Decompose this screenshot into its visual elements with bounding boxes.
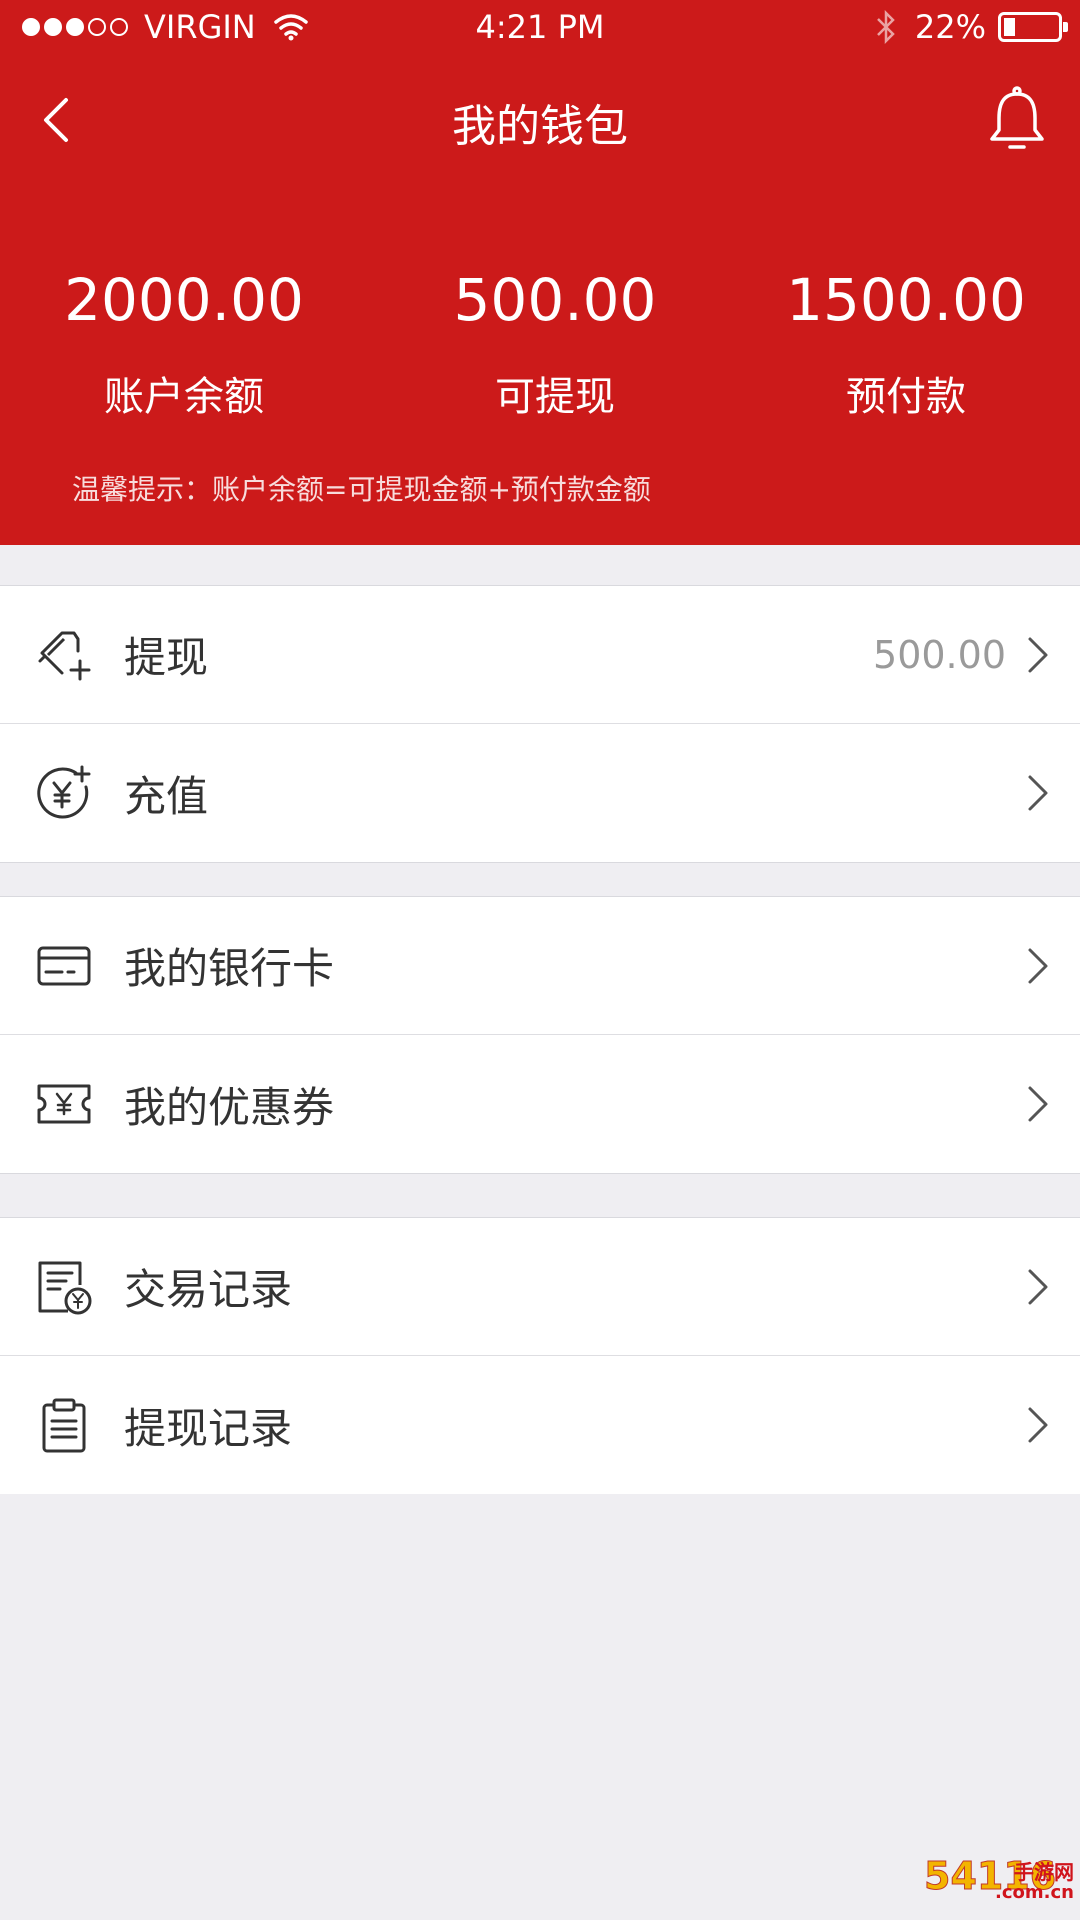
menu-item-label: 交易记录: [124, 1265, 293, 1314]
balance-total-label: 账户余额: [104, 374, 264, 420]
chevron-right-icon: [1028, 775, 1048, 811]
bank-card-icon: [37, 946, 91, 986]
balance-total-amount: 2000.00: [64, 266, 304, 334]
nav-bar: 我的钱包: [0, 80, 1080, 160]
balance-prepaid-label: 预付款: [846, 374, 966, 420]
balance-total: 2000.00 账户余额: [4, 260, 364, 422]
menu-item-label: 我的银行卡: [124, 944, 335, 993]
clipboard-icon: [42, 1398, 86, 1453]
menu-item-label: 我的优惠券: [124, 1082, 335, 1132]
battery-icon: [998, 12, 1068, 42]
watermark-domain: .com.cn: [995, 1882, 1074, 1903]
chevron-right-icon: [1028, 948, 1048, 984]
menu-group-funds: 提现 500.00 充值: [0, 585, 1080, 863]
chevron-right-icon: [1028, 637, 1048, 673]
balance-prepaid-amount: 1500.00: [786, 266, 1026, 334]
menu-item-withdraw[interactable]: 提现 500.00: [0, 586, 1080, 724]
balance-withdrawable-label: 可提现: [495, 374, 615, 420]
menu-item-label: 提现记录: [124, 1403, 293, 1453]
chevron-right-icon: [1028, 1407, 1048, 1443]
menu-item-transactions[interactable]: 交易记录: [0, 1218, 1080, 1356]
menu-item-coupon[interactable]: 我的优惠券: [0, 1035, 1080, 1173]
chevron-right-icon: [1028, 1269, 1048, 1305]
menu-item-recharge[interactable]: 充值: [0, 724, 1080, 862]
balance-prepaid: 1500.00 预付款: [726, 260, 1080, 422]
balance-tip: 温馨提示：账户余额=可提现金额+预付款金额: [72, 473, 651, 506]
wallet-header: VIRGIN 4:21 PM 22% 我的钱包 2000.00 账户余额 500…: [0, 0, 1080, 545]
transaction-record-icon: [38, 1261, 92, 1315]
balance-summary: 2000.00 账户余额 500.00 可提现 1500.00 预付款: [0, 260, 1080, 420]
menu-item-label: 充值: [124, 771, 209, 821]
chevron-right-icon: [1028, 1086, 1048, 1122]
coupon-icon: [37, 1084, 91, 1124]
yuan-plus-icon: [37, 765, 91, 819]
withdraw-card-icon: [38, 631, 91, 681]
menu-item-label: 提现: [124, 633, 209, 682]
site-watermark: 54116 手游网 .com.cn: [923, 1854, 1074, 1914]
menu-item-bank-card[interactable]: 我的银行卡: [0, 897, 1080, 1035]
status-bar: VIRGIN 4:21 PM 22%: [0, 0, 1080, 56]
battery-percent: 22%: [914, 8, 986, 46]
status-right: 22%: [875, 8, 1068, 46]
withdraw-amount: 500.00: [873, 632, 1006, 677]
menu-item-withdraw-records[interactable]: 提现记录: [0, 1356, 1080, 1494]
bell-icon[interactable]: [984, 84, 1050, 156]
battery-level: [1004, 18, 1016, 36]
menu-group-records: 交易记录 提现记录: [0, 1217, 1080, 1494]
bluetooth-icon: [876, 10, 895, 44]
watermark-text: 手游网: [1014, 1860, 1074, 1884]
menu-group-cards: 我的银行卡 我的优惠券: [0, 896, 1080, 1174]
balance-withdrawable: 500.00 可提现: [375, 260, 735, 422]
page-title: 我的钱包: [452, 101, 628, 152]
balance-withdrawable-amount: 500.00: [453, 266, 657, 334]
